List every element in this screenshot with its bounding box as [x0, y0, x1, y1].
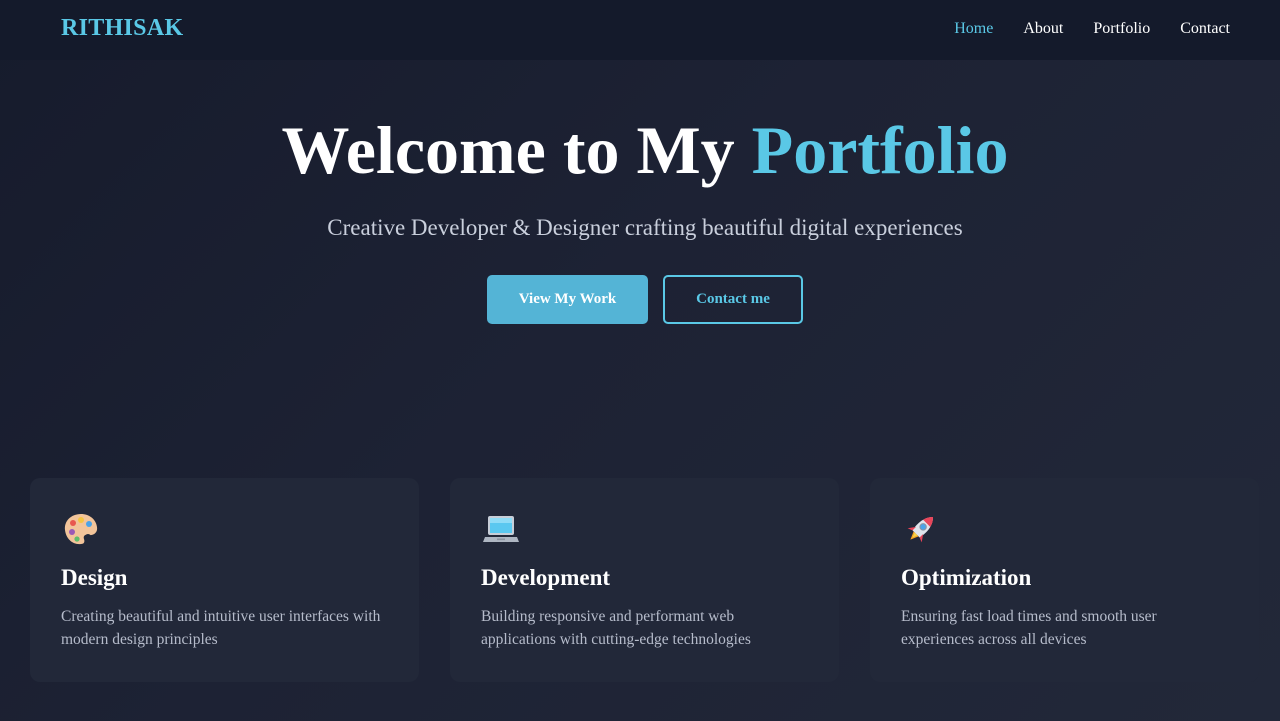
laptop-icon — [481, 509, 808, 549]
hero-subtitle: Creative Developer & Designer crafting b… — [327, 215, 963, 240]
card-title: Optimization — [901, 565, 1032, 590]
feature-card-optimization: Optimization Ensuring fast load times an… — [870, 478, 1259, 682]
hero-title-accent: Portfolio — [751, 112, 1009, 188]
nav-link-portfolio[interactable]: Portfolio — [1093, 20, 1150, 38]
rocket-icon — [901, 509, 1228, 549]
navbar: RITHISAK Home About Portfolio Contact — [0, 0, 1280, 60]
nav-links: Home About Portfolio Contact — [954, 20, 1230, 38]
contact-me-button[interactable]: Contact me — [663, 275, 803, 324]
feature-card-development: Development Building responsive and perf… — [450, 478, 839, 682]
nav-link-home[interactable]: Home — [954, 20, 993, 38]
view-my-work-button[interactable]: View My Work — [487, 275, 648, 324]
hero-title: Welcome to My Portfolio — [0, 116, 1280, 184]
card-description: Building responsive and performant web a… — [481, 608, 751, 648]
nav-link-contact[interactable]: Contact — [1180, 20, 1230, 38]
card-title: Design — [61, 565, 128, 590]
card-title: Development — [481, 565, 611, 590]
hero-title-main: Welcome to My — [281, 112, 752, 188]
card-description: Ensuring fast load times and smooth user… — [901, 608, 1157, 648]
palette-icon — [61, 509, 388, 549]
nav-link-about[interactable]: About — [1023, 20, 1063, 38]
feature-card-design: Design Creating beautiful and intuitive … — [30, 478, 419, 682]
card-description: Creating beautiful and intuitive user in… — [61, 608, 381, 648]
page: RITHISAK Home About Portfolio Contact We… — [0, 0, 1280, 721]
brand-logo[interactable]: RITHISAK — [61, 15, 183, 42]
